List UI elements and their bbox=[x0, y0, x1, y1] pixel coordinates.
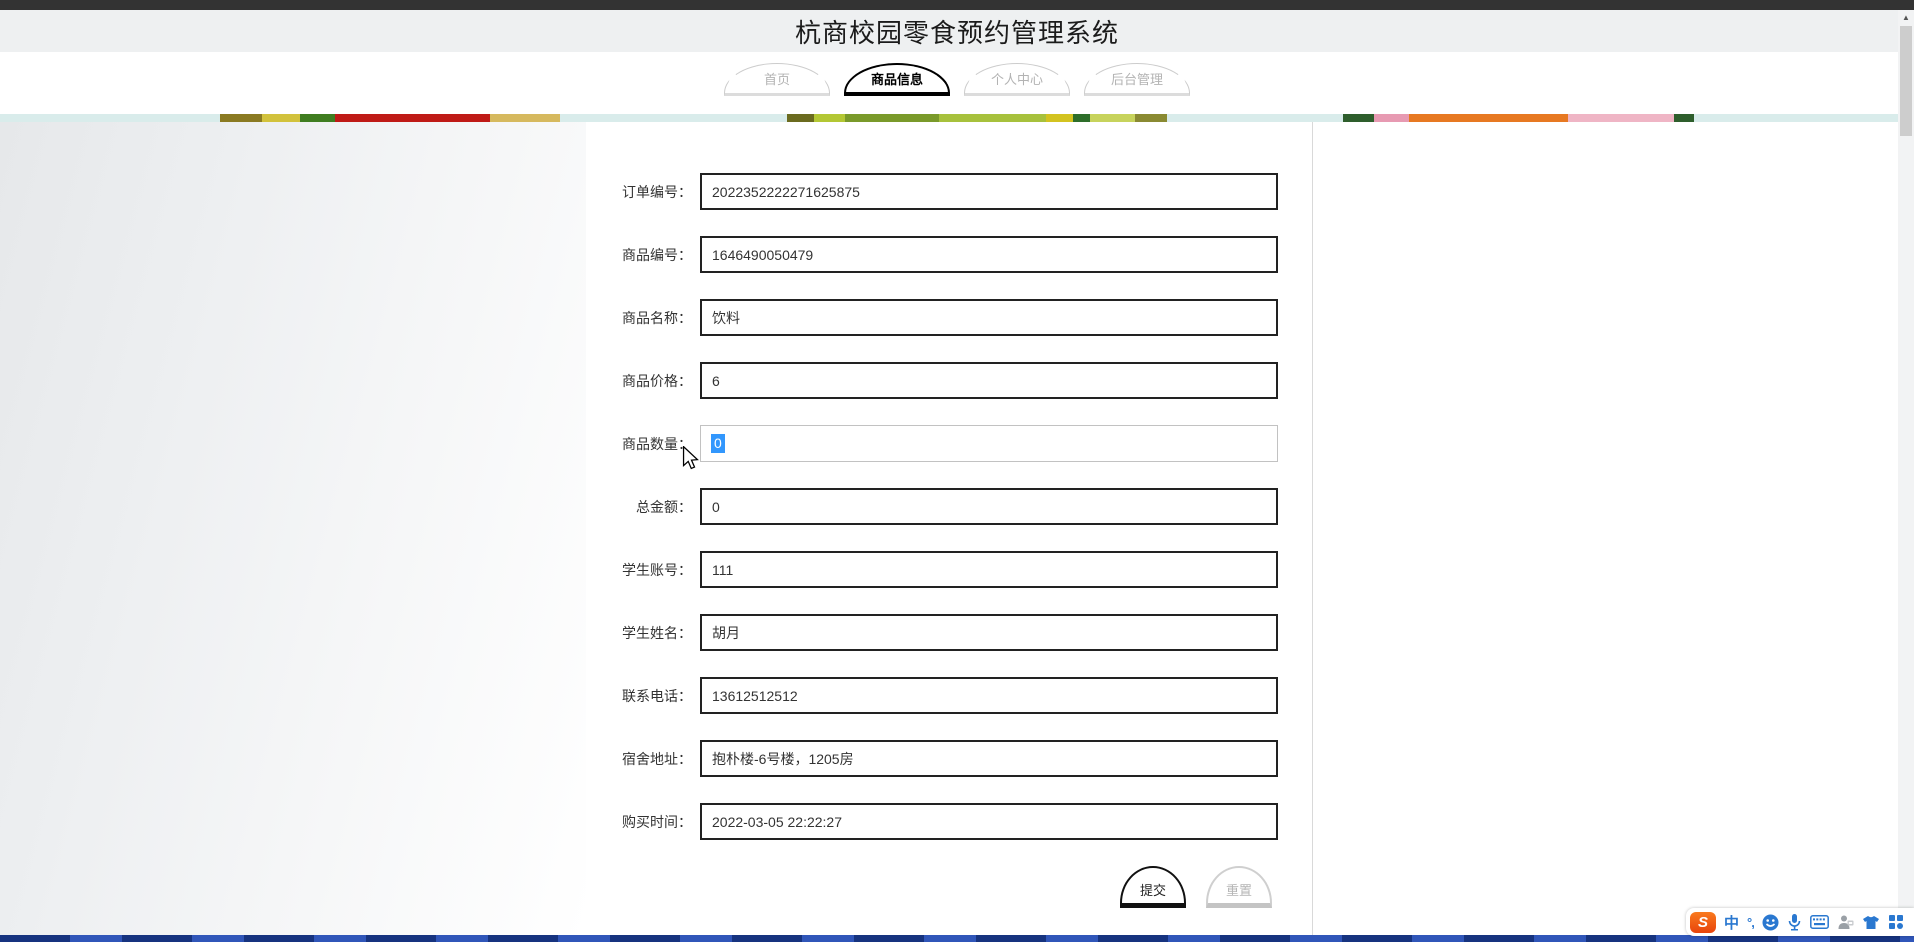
punctuation-icon[interactable]: °, bbox=[1747, 915, 1755, 930]
tab-product-info[interactable]: 商品信息 bbox=[844, 63, 950, 96]
submit-button[interactable]: 提交 bbox=[1120, 866, 1186, 908]
field-row-order-number: 订单编号： bbox=[586, 173, 1312, 210]
reset-button[interactable]: 重置 bbox=[1206, 866, 1272, 908]
student-name-input[interactable] bbox=[700, 614, 1278, 651]
mouse-cursor-icon bbox=[682, 445, 699, 475]
contact-phone-input[interactable] bbox=[700, 677, 1278, 714]
product-price-label: 商品价格： bbox=[622, 372, 692, 389]
product-price-input[interactable] bbox=[700, 362, 1278, 399]
field-row-student-name: 学生姓名： bbox=[586, 614, 1312, 651]
voice-input-icon[interactable] bbox=[1787, 913, 1802, 931]
field-row-purchase-time: 购买时间： bbox=[586, 803, 1312, 840]
tab-backend-admin[interactable]: 后台管理 bbox=[1084, 63, 1190, 96]
product-name-label: 商品名称： bbox=[622, 309, 692, 326]
page-title: 杭商校园零食预约管理系统 bbox=[794, 17, 1119, 48]
student-account-label: 学生账号： bbox=[622, 561, 692, 578]
selected-text: 0 bbox=[711, 434, 725, 453]
scroll-up-arrow[interactable]: ▲ bbox=[1898, 10, 1914, 24]
dorm-address-input[interactable] bbox=[700, 740, 1278, 777]
nav-tabs: 首页 商品信息 个人中心 后台管理 bbox=[717, 63, 1197, 96]
toolbox-icon[interactable] bbox=[1888, 914, 1904, 930]
scrollbar[interactable]: ▲ ▼ bbox=[1898, 10, 1914, 935]
panel-right-divider bbox=[1312, 122, 1313, 935]
screen: 杭商校园零食预约管理系统 首页商品信息个人中心后台管理 订单编号： 商品编号： 商品… bbox=[0, 0, 1914, 942]
total-amount-input[interactable] bbox=[700, 488, 1278, 525]
contact-phone-label: 联系电话： bbox=[622, 687, 692, 704]
background-gradient bbox=[0, 122, 586, 935]
order-number-label: 订单编号： bbox=[622, 183, 692, 200]
field-row-student-account: 学生账号： bbox=[586, 551, 1312, 588]
product-quantity-label: 商品数量： bbox=[622, 435, 692, 452]
purchase-time-input[interactable] bbox=[700, 803, 1278, 840]
total-amount-label: 总金额： bbox=[636, 498, 692, 515]
field-row-product-number: 商品编号： bbox=[586, 236, 1312, 273]
field-row-dorm-address: 宿舍地址： bbox=[586, 740, 1312, 777]
site-header: 杭商校园零食预约管理系统 bbox=[0, 10, 1914, 52]
tab-home[interactable]: 首页 bbox=[724, 63, 830, 96]
nav-band: 首页 商品信息 个人中心 后台管理 bbox=[0, 52, 1914, 114]
purchase-time-label: 购买时间： bbox=[622, 813, 692, 830]
product-number-input[interactable] bbox=[700, 236, 1278, 273]
product-quantity-input[interactable]: 0 bbox=[700, 425, 1278, 462]
form-actions: 提交 重置 bbox=[586, 866, 1312, 908]
field-row-product-name: 商品名称： bbox=[586, 299, 1312, 336]
tab-personal-center[interactable]: 个人中心 bbox=[964, 63, 1070, 96]
field-row-total-amount: 总金额： bbox=[586, 488, 1312, 525]
food-banner-strip bbox=[0, 114, 1914, 122]
dorm-address-label: 宿舍地址： bbox=[622, 750, 692, 767]
skin-icon[interactable] bbox=[1862, 915, 1880, 930]
soft-keyboard-icon[interactable] bbox=[1809, 915, 1829, 929]
student-name-label: 学生姓名： bbox=[622, 624, 692, 641]
field-row-contact-phone: 联系电话： bbox=[586, 677, 1312, 714]
main-content: 订单编号： 商品编号： 商品名称： 商品价格： 商品数量： 0 总金额： 学生账号： 学生姓名：… bbox=[0, 122, 1914, 935]
emoji-icon[interactable] bbox=[1762, 914, 1779, 931]
form-panel: 订单编号： 商品编号： 商品名称： 商品价格： 商品数量： 0 总金额： 学生账号： 学生姓名：… bbox=[586, 122, 1312, 935]
taskbar-strip bbox=[0, 935, 1914, 942]
scroll-thumb[interactable] bbox=[1900, 26, 1912, 136]
field-row-product-price: 商品价格： bbox=[586, 362, 1312, 399]
ime-toolbar: S 中 °, bbox=[1686, 908, 1914, 936]
product-number-label: 商品编号： bbox=[622, 246, 692, 263]
account-person-icon[interactable] bbox=[1837, 914, 1854, 930]
product-name-input[interactable] bbox=[700, 299, 1278, 336]
chinese-mode-icon[interactable]: 中 bbox=[1724, 912, 1739, 933]
order-number-input[interactable] bbox=[700, 173, 1278, 210]
student-account-input[interactable] bbox=[700, 551, 1278, 588]
sogou-logo-icon[interactable]: S bbox=[1690, 911, 1716, 933]
browser-top-strip bbox=[0, 0, 1914, 10]
order-form: 订单编号： 商品编号： 商品名称： 商品价格： 商品数量： 0 总金额： 学生账号： 学生姓名：… bbox=[586, 122, 1312, 840]
